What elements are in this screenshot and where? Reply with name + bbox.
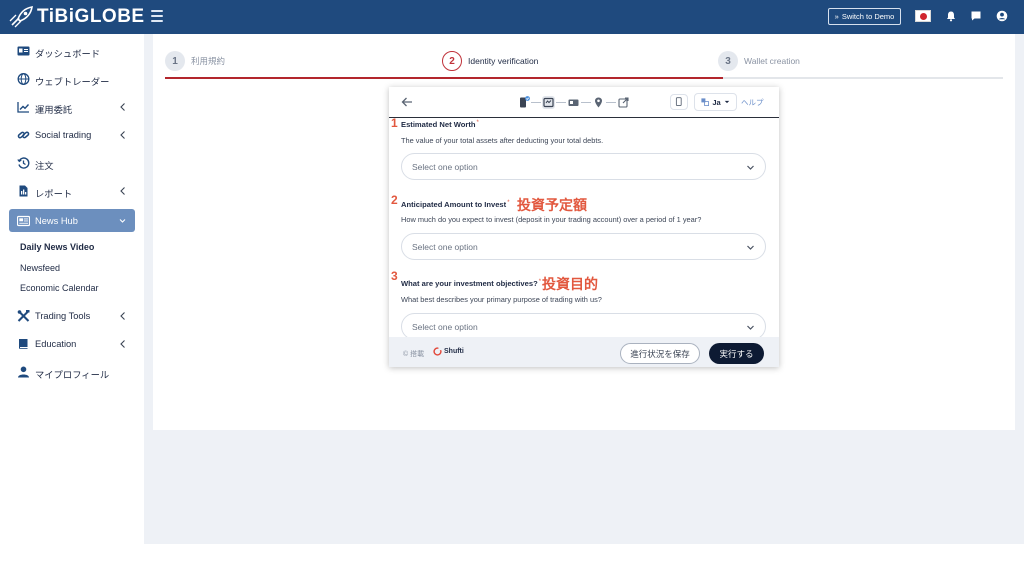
sidebar-subitem-daily-news-video[interactable]: Daily News Video <box>20 242 94 252</box>
chevron-left-icon <box>120 187 125 195</box>
question-title-objectives: What are your investment objectives?* <box>401 279 542 288</box>
save-progress-button[interactable]: 進行状況を保存 <box>620 343 700 364</box>
tools-icon <box>17 310 30 322</box>
chevron-down-icon <box>747 165 754 170</box>
net-worth-select[interactable]: Select one option <box>401 153 766 180</box>
switch-to-demo-button[interactable]: » Switch to Demo <box>828 8 901 25</box>
chevron-left-icon <box>120 340 125 348</box>
language-select[interactable]: Ja <box>694 93 737 111</box>
verification-header: Ja ヘルプ <box>389 87 779 117</box>
chart-up-icon <box>17 102 30 113</box>
shufti-logo: Shufti <box>433 347 464 356</box>
question-number: 3 <box>391 269 398 283</box>
question-number: 1 <box>391 116 398 130</box>
sidebar-item-education[interactable]: Education <box>0 332 144 356</box>
link-icon <box>17 131 30 139</box>
double-chevron-right-icon: » <box>834 12 839 21</box>
sidebar: ダッシュボード ウェブトレーダー 運用委託 Social trading 注文 … <box>0 34 144 565</box>
translate-icon <box>701 98 710 106</box>
question-desc: What best describes your primary purpose… <box>401 295 602 304</box>
menu-icon[interactable] <box>151 10 163 22</box>
back-arrow-icon[interactable] <box>401 96 413 108</box>
person-icon <box>18 366 29 378</box>
sidebar-item-managed-accounts[interactable]: 運用委託 <box>0 95 144 119</box>
book-icon <box>18 339 28 349</box>
mobile-icon <box>675 97 682 106</box>
chevron-left-icon <box>120 103 125 111</box>
question-title-invest-amount: Anticipated Amount to Invest* <box>401 200 510 209</box>
bell-icon[interactable] <box>945 10 957 22</box>
sidebar-item-reports[interactable]: レポート <box>0 179 144 203</box>
objectives-select[interactable]: Select one option <box>401 313 766 340</box>
question-desc: How much do you expect to invest (deposi… <box>401 215 702 224</box>
step-wallet-creation[interactable]: 3 Wallet creation <box>718 51 800 71</box>
sidebar-subitem-economic-calendar[interactable]: Economic Calendar <box>20 283 99 293</box>
brand-name: TiBiGLOBE <box>37 6 145 27</box>
help-link[interactable]: ヘルプ <box>741 97 764 108</box>
sidebar-item-social-trading[interactable]: Social trading <box>0 123 144 147</box>
invest-amount-select[interactable]: Select one option <box>401 233 766 260</box>
globe-icon <box>17 73 30 85</box>
id-card-icon <box>17 46 30 56</box>
chevron-down-icon <box>747 245 754 250</box>
step-progress-completed <box>165 77 723 79</box>
device-switch-button[interactable] <box>670 94 688 110</box>
step-terms[interactable]: 1 利用規約 <box>165 51 225 71</box>
question-title-net-worth: Estimated Net Worth* <box>401 120 479 129</box>
sidebar-item-web-trader[interactable]: ウェブトレーダー <box>0 67 144 91</box>
user-circle-icon[interactable] <box>996 10 1008 22</box>
history-icon <box>17 157 30 169</box>
sidebar-item-news-hub[interactable]: News Hub <box>9 209 135 232</box>
execute-button[interactable]: 実行する <box>709 343 764 364</box>
sidebar-item-trading-tools[interactable]: Trading Tools <box>0 304 144 328</box>
caret-down-icon <box>724 100 729 104</box>
powered-by-label: © 搭載 <box>403 351 425 358</box>
step-label: Wallet creation <box>744 56 800 66</box>
report-icon <box>19 185 28 197</box>
question-desc: The value of your total assets after ded… <box>401 136 604 145</box>
step-label: 利用規約 <box>191 56 226 66</box>
brand-logo[interactable]: TiBiGLOBE <box>8 5 145 29</box>
chevron-left-icon <box>120 312 125 320</box>
header-divider <box>389 117 779 118</box>
chevron-down-icon <box>747 325 754 330</box>
sidebar-subitem-newsfeed[interactable]: Newsfeed <box>20 263 60 273</box>
location-step-icon <box>592 96 605 109</box>
japan-flag-icon[interactable] <box>915 10 931 22</box>
form-step-icon-active <box>542 95 555 109</box>
sidebar-item-my-profile[interactable]: マイプロフィール <box>0 360 144 384</box>
step-number: 1 <box>165 51 185 71</box>
step-number: 3 <box>718 51 738 71</box>
rocket-logo-icon <box>9 6 33 28</box>
chat-icon[interactable] <box>970 10 982 22</box>
shufti-logo-icon <box>433 347 442 356</box>
sidebar-item-orders[interactable]: 注文 <box>0 151 144 175</box>
step-identity-verification[interactable]: 2 Identity verification <box>442 51 538 71</box>
verification-frame: Ja ヘルプ 1 Estimated Net Worth* The value … <box>389 87 779 367</box>
step-number: 2 <box>442 51 462 71</box>
step-progress-remaining <box>723 77 1003 79</box>
annotation-objectives: 投資目的 <box>542 276 598 292</box>
verification-stepper <box>517 94 635 110</box>
chevron-down-icon <box>119 219 126 223</box>
id-step-icon <box>567 96 580 109</box>
chevron-left-icon <box>120 131 125 139</box>
newspaper-icon <box>17 215 30 227</box>
annotation-invest-amount: 投資予定額 <box>517 197 587 213</box>
question-number: 2 <box>391 193 398 207</box>
export-step-icon <box>617 96 630 109</box>
top-bar: TiBiGLOBE » Switch to Demo <box>0 0 1024 34</box>
step-label: Identity verification <box>468 56 539 66</box>
footer-strip <box>144 544 1024 565</box>
verification-footer: © 搭載 Shufti 進行状況を保存 実行する <box>389 337 779 367</box>
sidebar-item-dashboard[interactable]: ダッシュボード <box>0 39 144 63</box>
document-step-icon <box>517 95 530 109</box>
